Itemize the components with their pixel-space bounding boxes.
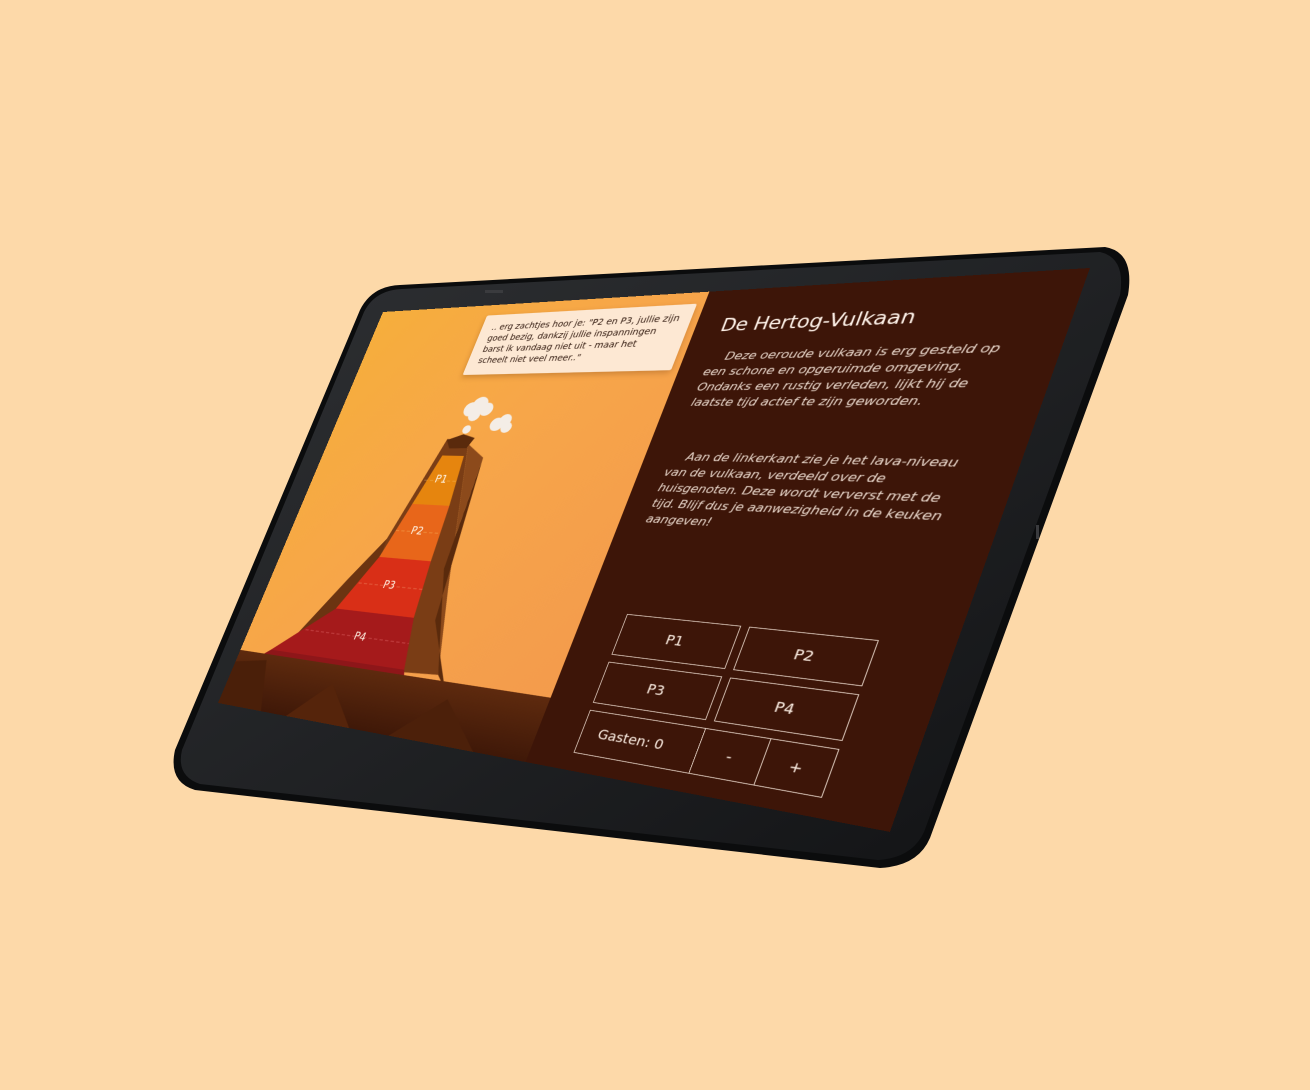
speech-bubble: .. erg zachtjes hoor je: "P2 en P3, jull… xyxy=(463,304,697,375)
page-title: De Hertog-Vulkaan xyxy=(717,307,919,336)
smoke-icon xyxy=(454,396,524,434)
scene: .. erg zachtjes hoor je: "P2 en P3, jull… xyxy=(0,0,1310,1090)
guests-label: Gasten: 0 xyxy=(595,726,666,752)
guests-increment-button[interactable]: + xyxy=(753,738,839,798)
description-paragraph-2: Aan de linkerkant zie je het lava-niveau… xyxy=(643,449,980,544)
description-paragraph-1: Deze oeroude vulkaan is erg gesteld op e… xyxy=(689,339,1022,410)
p2-button[interactable]: P2 xyxy=(733,627,879,687)
p4-button[interactable]: P4 xyxy=(714,678,859,741)
p3-button[interactable]: P3 xyxy=(593,662,722,720)
guests-counter: Gasten: 0 xyxy=(574,710,707,774)
p1-button[interactable]: P1 xyxy=(611,614,741,669)
